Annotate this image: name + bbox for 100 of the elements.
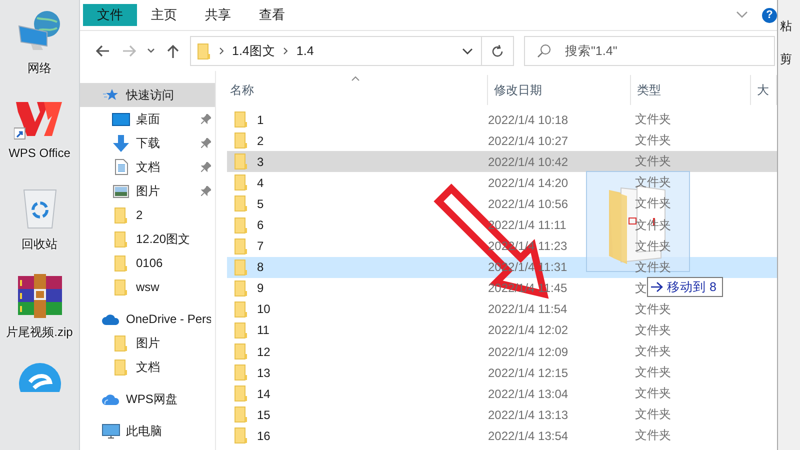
modified-date: 2022/1/4 14:20	[487, 176, 570, 190]
file-name[interactable]: 5	[257, 196, 264, 211]
file-name[interactable]: 10	[257, 302, 270, 316]
nav-item[interactable]: 文档	[80, 155, 215, 179]
file-type: 文件夹	[635, 386, 671, 400]
desktop-icon-label[interactable]: 片尾视频.zip	[6, 324, 73, 341]
modified-date: 2022/1/4 13:04	[487, 386, 570, 401]
file-name[interactable]: 1	[257, 112, 264, 127]
nav-item[interactable]: 图片	[80, 179, 215, 203]
search-icon	[537, 44, 551, 58]
selected-file-row[interactable]: 3 2022/1/4 10:42 文件夹	[227, 151, 777, 172]
ribbon-tab[interactable]: 共享	[191, 4, 245, 26]
right-arrow-icon	[651, 282, 663, 292]
nav-item[interactable]: 桌面	[80, 107, 215, 131]
cloud-icon	[102, 394, 120, 404]
folder-icon	[234, 132, 248, 150]
folder-icon	[234, 195, 248, 212]
pin-icon	[201, 162, 211, 172]
file-name[interactable]: 2	[257, 134, 264, 148]
folder-icon	[234, 322, 248, 339]
folder-icon	[114, 358, 128, 376]
chevron-down-icon[interactable]	[462, 48, 473, 54]
nav-item[interactable]: 0106	[80, 251, 215, 275]
nav-item[interactable]: 此电脑	[80, 419, 215, 443]
picture-icon	[113, 184, 129, 198]
file-name[interactable]: 13	[257, 366, 270, 380]
file-name[interactable]: 16	[257, 428, 270, 443]
ribbon-tab[interactable]: 文件	[83, 4, 137, 26]
nav-item[interactable]: 12.20图文	[80, 227, 215, 251]
file-type: 文件夹	[635, 365, 671, 380]
file-name[interactable]: 3	[257, 154, 264, 169]
file-name[interactable]: 9	[257, 281, 264, 296]
folder-icon	[114, 230, 128, 248]
file-type: 文件夹	[635, 196, 671, 210]
column-header[interactable]: 大	[751, 75, 777, 105]
desktop-icon-label[interactable]: WPS Office	[8, 146, 70, 160]
search-field[interactable]: 搜索"1.4"	[524, 36, 775, 66]
file-type: 文件夹	[635, 154, 671, 168]
document-icon	[114, 159, 128, 175]
breadcrumb[interactable]: 1.4图文	[232, 42, 276, 60]
file-type: 文	[635, 280, 647, 295]
file-name[interactable]: 14	[257, 386, 270, 401]
file-name[interactable]: 11	[257, 323, 270, 338]
folder-icon	[234, 364, 248, 382]
column-header[interactable]: 类型	[631, 75, 751, 105]
desktop-icon-label[interactable]: 回收站	[22, 236, 58, 253]
file-name[interactable]: 8	[257, 260, 264, 274]
modified-date: 2022/1/4 10:42	[487, 154, 570, 169]
chevron-down-icon	[147, 48, 155, 54]
chevron-right-icon	[283, 47, 288, 55]
file-type: 文件夹	[635, 112, 671, 126]
modified-date: 2022/1/4 10:27	[487, 134, 570, 148]
file-name[interactable]: 4	[257, 176, 264, 190]
nav-item[interactable]: 文档	[80, 355, 215, 379]
folder-icon	[234, 343, 248, 360]
folder-icon	[234, 280, 248, 297]
column-header[interactable]: 修改日期	[488, 75, 631, 105]
folder-icon	[234, 300, 248, 318]
folder-icon	[234, 111, 248, 128]
pin-icon	[201, 138, 211, 148]
nav-item[interactable]: WPS网盘	[80, 387, 215, 411]
computer-icon	[102, 424, 120, 438]
modified-date: 2022/1/4 13:54	[487, 428, 570, 443]
forward-arrow-icon	[122, 45, 136, 57]
folder-icon	[234, 216, 248, 234]
modified-date: 2022/1/4 10:56	[487, 196, 570, 211]
modified-date: 2022/1/4 10:18	[487, 112, 570, 127]
modified-date: 2022/1/4 12:02	[487, 323, 570, 338]
file-type: 文件夹	[635, 407, 671, 422]
folder-icon	[234, 427, 248, 444]
column-header[interactable]: 名称	[216, 75, 488, 105]
file-name[interactable]: 6	[257, 218, 264, 232]
folder-icon	[234, 258, 248, 276]
desktop-icon-label[interactable]: 网络	[28, 60, 52, 77]
archive-books-icon	[16, 274, 64, 318]
refresh-button[interactable]	[482, 36, 514, 66]
sort-caret-icon	[351, 76, 360, 81]
folder-icon	[234, 385, 248, 402]
file-name[interactable]: 12	[257, 344, 270, 359]
ribbon-tab[interactable]: 查看	[245, 4, 299, 26]
folder-icon	[114, 278, 128, 296]
ribbon-tab[interactable]: 主页	[137, 4, 191, 26]
nav-item[interactable]: 快速访问	[80, 83, 215, 107]
folder-icon	[114, 334, 128, 352]
nav-item[interactable]: 图片	[80, 331, 215, 355]
file-name[interactable]: 7	[257, 239, 264, 254]
nav-item[interactable]: 2	[80, 203, 215, 227]
folder-icon	[114, 254, 128, 272]
help-icon[interactable]: ?	[762, 8, 777, 22]
nav-item[interactable]: wsw	[80, 275, 215, 299]
file-name[interactable]: 15	[257, 408, 270, 422]
pin-icon	[201, 186, 211, 196]
file-type: 文件夹	[635, 302, 671, 316]
address-bar[interactable]: 1.4图文 1.4	[190, 36, 482, 66]
refresh-icon	[491, 44, 504, 58]
file-type: 文件夹	[635, 218, 671, 232]
breadcrumb[interactable]: 1.4	[296, 44, 314, 58]
folder-icon	[197, 42, 211, 60]
pin-icon	[201, 114, 211, 124]
nav-item[interactable]: 下载	[80, 131, 215, 155]
